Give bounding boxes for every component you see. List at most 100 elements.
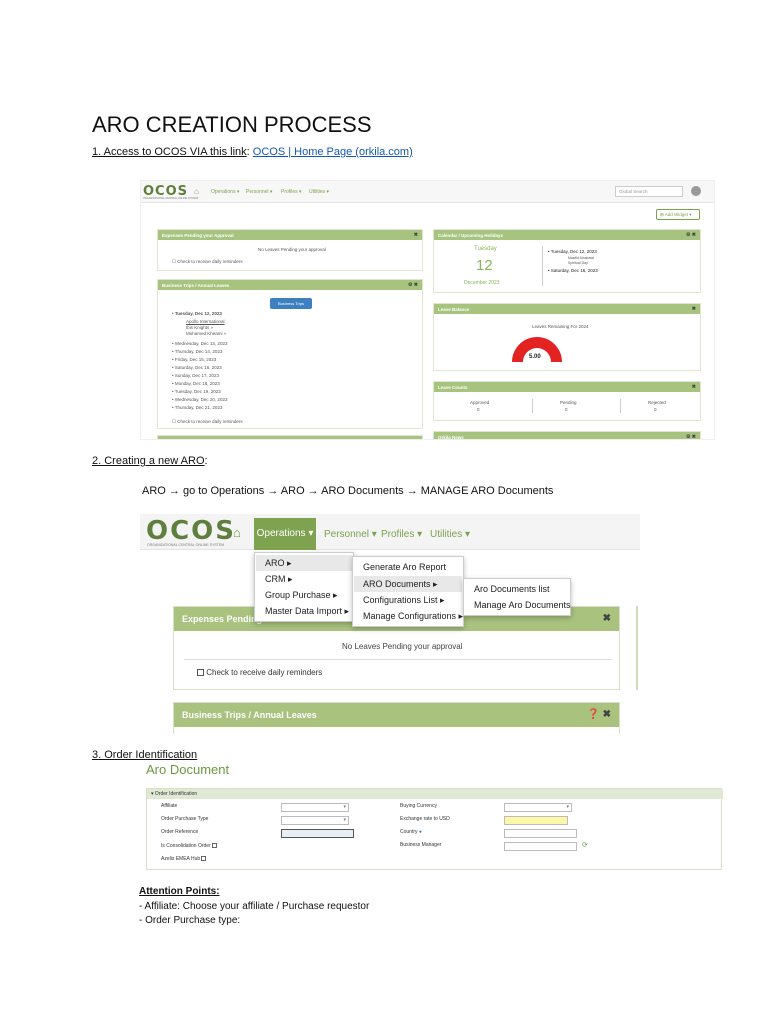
aro-document-title: Aro Document — [146, 762, 230, 777]
ocos-home-link[interactable]: OCOS | Home Page (orkila.com) — [253, 146, 413, 158]
count-value: 0 — [477, 407, 480, 412]
menu-item-manage-aro-documents[interactable]: Manage Aro Documents — [474, 600, 571, 610]
order-reference-input[interactable] — [281, 829, 354, 838]
order-purchase-type-select[interactable] — [281, 816, 349, 825]
nav-profiles[interactable]: Profiles ▾ — [281, 189, 302, 195]
nav-operations[interactable]: Operations ▾ — [211, 189, 239, 195]
close-icon[interactable]: ✖ — [692, 306, 696, 312]
consolidation-order-checkbox[interactable] — [211, 843, 217, 849]
consolidation-order-row[interactable]: Is Consolidation Order — [161, 843, 217, 849]
close-icon[interactable]: ✖ — [603, 613, 611, 624]
next-panel-header — [157, 435, 423, 439]
ocos-logo-subtitle: ORGANIZATIONAL CENTRAL ONLINE SYSTEM — [143, 197, 199, 200]
business-trips-title: Business Trips / Annual Leaves — [162, 283, 230, 288]
menu-item-configurations-list[interactable]: Configurations List ▸ — [363, 595, 445, 606]
close-icon[interactable]: ✖ — [414, 232, 418, 238]
user-avatar[interactable] — [691, 186, 701, 196]
menu-item-manage-configurations[interactable]: Manage Configurations ▸ — [363, 611, 463, 622]
home-icon[interactable]: ⌂ — [194, 187, 199, 196]
exchange-rate-input[interactable] — [504, 816, 568, 825]
leave-counts-header: Leave Counts ✖ — [434, 382, 700, 392]
orkila-news-title: Orkila News — [438, 435, 464, 440]
affiliate-label: Affiliate — [161, 803, 178, 809]
order-identification-screenshot: ▾ Order Identification Affiliate Order P… — [146, 788, 723, 870]
affiliate-select[interactable] — [281, 803, 349, 812]
menu-item-master-data-import[interactable]: Master Data Import ▸ — [265, 606, 349, 617]
nav-utilities[interactable]: Utilities ▾ — [309, 189, 329, 195]
trip-day: • Wednesday, Dec 13, 2023 — [172, 341, 228, 346]
ocos-logo-subtitle: ORGANIZATIONAL CENTRAL ONLINE SYSTEM — [147, 543, 225, 547]
nav-personnel[interactable]: Personnel ▾ — [324, 529, 377, 540]
top-navbar: OCOS ORGANIZATIONAL CENTRAL ONLINE SYSTE… — [141, 181, 714, 203]
global-search-input[interactable]: Global Search — [615, 186, 683, 197]
trip-day-label: Thursday, Dec 21, 2023 — [174, 405, 223, 410]
emea-hub-label: Azelis EMEA Hub — [161, 856, 201, 862]
leave-counts-title: Leave Counts — [438, 385, 468, 390]
close-icon[interactable]: ✖ — [692, 384, 696, 390]
holiday-name: Spiritual Day — [568, 261, 588, 265]
menu-item-aro-documents-list[interactable]: Aro Documents list — [474, 584, 550, 594]
count-value: 0 — [654, 407, 657, 412]
nav-profiles[interactable]: Profiles ▾ — [381, 529, 422, 540]
reminder-checkbox-row[interactable]: Check to receive daily reminders — [197, 668, 322, 677]
trip-day: • Thursday, Dec 14, 2023 — [172, 349, 223, 354]
trip-day-label: Saturday, Dec 16, 2023 — [174, 365, 222, 370]
reminder-checkbox-row[interactable]: ☐ Check to receive daily reminders — [172, 419, 243, 425]
document-title: ARO CREATION PROCESS — [92, 112, 372, 137]
trip-day-label: Wednesday, Dec 20, 2023 — [174, 397, 228, 402]
step2-label: 2. Creating a new ARO — [92, 455, 205, 467]
business-trips-toggle[interactable]: Business Trips — [270, 298, 312, 309]
reminder-checkbox[interactable] — [197, 669, 204, 677]
country-input[interactable] — [504, 829, 577, 838]
expenses-panel-header: Expenses Pending your Approval ✖ — [158, 230, 422, 240]
reminder-checkbox-row[interactable]: ☐ Check to receive daily reminders — [172, 259, 243, 265]
ocos-dashboard-screenshot: OCOS ORGANIZATIONAL CENTRAL ONLINE SYSTE… — [140, 180, 715, 440]
count-label: Pending — [560, 400, 577, 405]
count-divider — [532, 399, 533, 413]
count-divider — [620, 399, 621, 413]
buying-currency-label: Buying Currency — [400, 803, 437, 809]
add-widget-button[interactable]: ⊞ Add Widget ▾ — [656, 209, 700, 220]
leave-balance-panel: Leave Balance ✖ Leaves Remaining For 2024… — [433, 303, 701, 371]
right-panel-edge — [636, 606, 638, 690]
menu-item-generate-aro-report[interactable]: Generate Aro Report — [363, 562, 446, 572]
leave-balance-title: Leave Balance — [438, 307, 470, 312]
buying-currency-select[interactable] — [504, 803, 572, 812]
step1-line: 1. Access to OCOS VIA this link: OCOS | … — [92, 146, 413, 158]
trip-day-label: Monday, Dec 18, 2023 — [174, 381, 220, 386]
nav-utilities[interactable]: Utilities ▾ — [430, 529, 470, 540]
business-trips-panel: Business Trips / Annual Leaves ❓ ✖ — [173, 702, 620, 734]
consolidation-order-label: Is Consolidation Order — [161, 843, 211, 849]
emea-hub-checkbox[interactable] — [201, 856, 207, 862]
reminder-checkbox-label: Check to receive daily reminders — [206, 668, 323, 677]
business-manager-input[interactable] — [504, 842, 577, 851]
business-manager-label: Business Manager — [400, 842, 442, 848]
trip-day: • Monday, Dec 18, 2023 — [172, 381, 220, 386]
count-label: Rejected — [648, 400, 666, 405]
step2-line: 2. Creating a new ARO: — [92, 455, 208, 467]
menu-item-aro-documents[interactable]: ARO Documents ▸ — [363, 579, 438, 590]
order-identification-section-header[interactable]: ▾ Order Identification — [147, 789, 723, 799]
settings-close-icons[interactable]: ⚙ ✖ — [686, 434, 696, 439]
menu-item-crm[interactable]: CRM ▸ — [265, 574, 293, 585]
trip-entry[interactable]: Apollo International — [186, 319, 225, 324]
settings-close-icons[interactable]: ⚙ ✖ — [408, 282, 418, 288]
trip-day-label: Friday, Dec 15, 2023 — [174, 357, 217, 362]
info-icon[interactable]: ● — [419, 829, 422, 835]
calendar-panel: Calendar / Upcoming Holidays ⚙ ✖ Tuesday … — [433, 229, 701, 293]
emea-hub-row[interactable]: Azelis EMEA Hub — [161, 856, 207, 862]
menu-item-group-purchase[interactable]: Group Purchase ▸ — [265, 590, 338, 601]
menu-item-aro[interactable]: ARO ▸ — [265, 558, 292, 569]
leave-balance-value: 5.00 — [529, 354, 541, 360]
home-icon[interactable]: ⌂ — [233, 525, 241, 540]
attention-line: - Order Purchase type: — [139, 915, 241, 926]
nav-operations-active[interactable]: Operations ▾ — [254, 518, 316, 550]
settings-close-icons[interactable]: ⚙ ✖ — [686, 232, 696, 238]
expenses-panel: Expenses Pending your Approval ✖ No Leave… — [157, 229, 423, 271]
trip-day-label: Thursday, Dec 14, 2023 — [174, 349, 223, 354]
business-trips-header: Business Trips / Annual Leaves ❓ ✖ — [174, 703, 619, 727]
nav-personnel[interactable]: Personnel ▾ — [246, 189, 272, 195]
refresh-icon[interactable]: ⟳ — [582, 841, 588, 849]
help-close-icons[interactable]: ❓ ✖ — [587, 709, 611, 720]
aro-submenu: Generate Aro Report ARO Documents ▸ Conf… — [352, 556, 464, 627]
